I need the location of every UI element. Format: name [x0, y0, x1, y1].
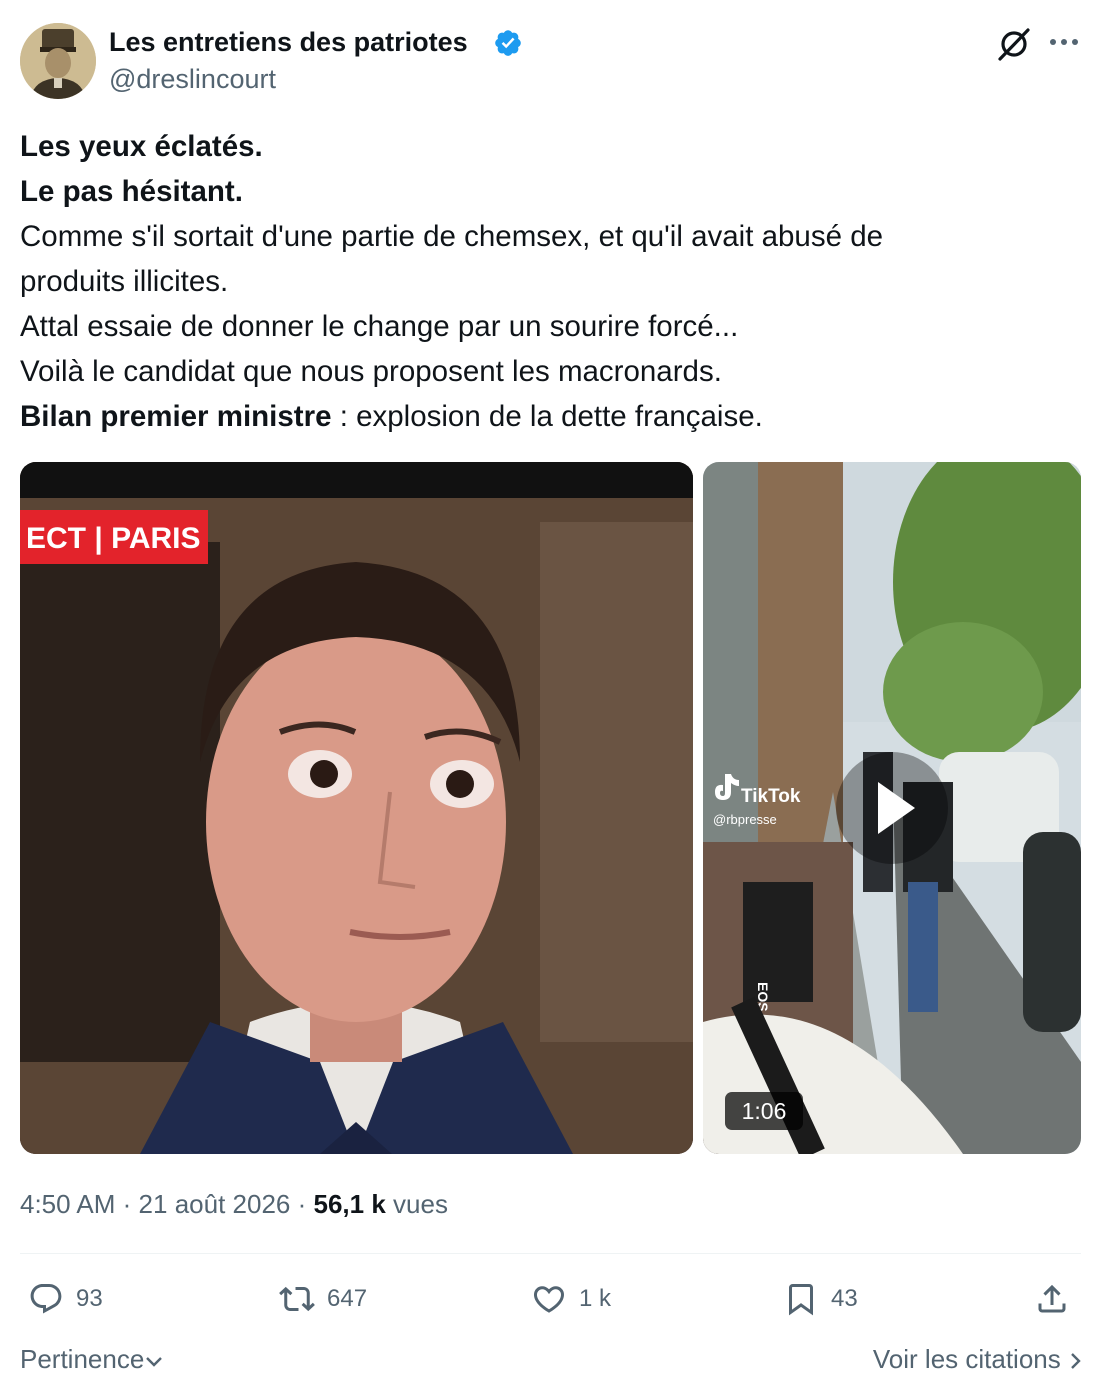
view-quotes-link[interactable]: Voir les citations [873, 1342, 1082, 1376]
repost-count: 647 [327, 1285, 368, 1312]
tiktok-watermark: TikTok [741, 786, 801, 807]
divider [20, 1253, 1081, 1254]
post-line: Attal essaie de donner le change par un … [20, 310, 739, 343]
grok-icon[interactable] [995, 25, 1033, 63]
bookmark-count: 43 [831, 1285, 858, 1312]
reply-count: 93 [76, 1285, 103, 1312]
post-line: Voilà le candidat que nous proposent les… [20, 355, 722, 388]
like-count: 1 k [579, 1285, 612, 1312]
media-video[interactable]: EOS R5 TikTok @rbpresse [703, 462, 1081, 1154]
views-count: 56,1 k [313, 1189, 386, 1219]
post-line: Le pas hésitant. [20, 175, 243, 208]
views-label: vues [393, 1189, 448, 1219]
post-line: Comme s'il sortait d'une partie de chems… [20, 220, 884, 253]
verified-badge-icon [495, 30, 521, 56]
post-text: Les yeux éclatés. Le pas hésitant. Comme… [20, 124, 1090, 439]
reply-button[interactable]: 93 [28, 1277, 103, 1321]
camera [743, 882, 813, 1002]
live-banner-text: ECT | PARIS [26, 522, 201, 555]
post-line: Les yeux éclatés. [20, 130, 263, 163]
author-handle[interactable]: @dreslincourt [109, 62, 276, 96]
post-meta: 4:50 AM · 21 août 2026 · 56,1 k vues [20, 1189, 448, 1219]
chevron-down-icon [146, 1357, 163, 1367]
heart-icon [533, 1286, 565, 1313]
post-line: produits illicites. [20, 265, 229, 298]
like-button[interactable]: 1 k [531, 1277, 611, 1321]
more-options-icon[interactable] [1046, 28, 1082, 56]
repost-button[interactable]: 647 [279, 1277, 367, 1321]
post-time[interactable]: 4:50 AM [20, 1189, 115, 1219]
sort-dropdown[interactable]: Pertinence [20, 1342, 164, 1376]
media-image[interactable]: ECT | PARIS [20, 462, 693, 1154]
share-icon[interactable] [1034, 1281, 1070, 1317]
avatar[interactable] [20, 23, 96, 99]
bookmark-button[interactable]: 43 [783, 1277, 858, 1321]
chevron-right-icon [1071, 1353, 1081, 1369]
bookmark-icon [789, 1284, 813, 1316]
tiktok-handle: @rbpresse [713, 812, 777, 827]
author-name[interactable]: Les entretiens des patriotes [109, 25, 468, 59]
post-date[interactable]: 21 août 2026 [139, 1189, 291, 1219]
view-quotes-label: Voir les citations [872, 1344, 1061, 1374]
post-line: Bilan premier ministre : explosion de la… [20, 400, 763, 433]
video-duration: 1:06 [725, 1092, 803, 1130]
sort-label: Pertinence [20, 1344, 145, 1374]
repost-icon [279, 1286, 315, 1312]
reply-icon [30, 1284, 62, 1314]
